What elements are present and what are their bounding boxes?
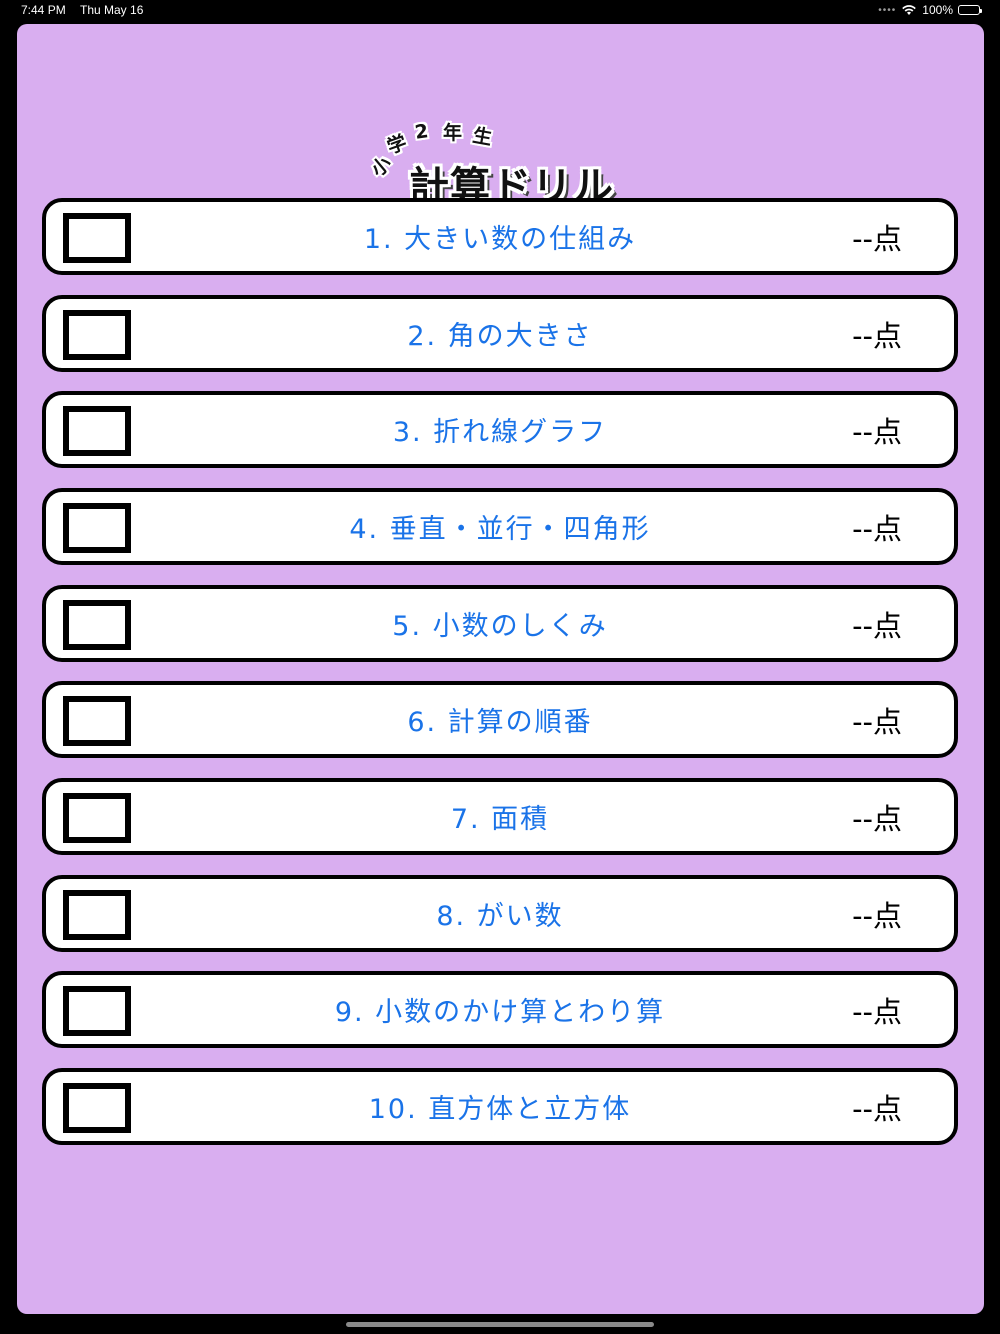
status-bar: 7:44 PM Thu May 16 •••• 100% (0, 0, 1000, 22)
lesson-title: 9. 小数のかけ算とわり算 (334, 997, 666, 1028)
lesson-checkbox (63, 696, 131, 746)
lesson-title: 4. 垂直・並行・四角形 (349, 514, 651, 545)
lesson-title: 5. 小数のしくみ (392, 611, 608, 642)
lesson-row-8[interactable]: 8. がい数 --点 (42, 875, 958, 952)
battery-icon (958, 5, 982, 15)
status-indicators: •••• 100% (878, 3, 982, 17)
lesson-score: --点 (852, 221, 902, 256)
status-time: 7:44 PM (21, 3, 66, 17)
lesson-row-4[interactable]: 4. 垂直・並行・四角形 --点 (42, 488, 958, 565)
logo-grade-char-5: 生 (470, 124, 494, 150)
lesson-checkbox (63, 890, 131, 940)
lesson-title: 2. 角の大きさ (407, 321, 593, 352)
lesson-row-7[interactable]: 7. 面積 --点 (42, 778, 958, 855)
lesson-title: 7. 面積 (450, 804, 550, 835)
lesson-checkbox (63, 213, 131, 263)
lesson-score: --点 (852, 414, 902, 449)
lesson-title: 8. がい数 (436, 901, 564, 932)
lesson-score: --点 (852, 511, 902, 546)
lesson-title: 3. 折れ線グラフ (392, 417, 608, 448)
lesson-checkbox (63, 600, 131, 650)
multitasking-dots-icon: •••• (878, 4, 897, 16)
lesson-checkbox (63, 1083, 131, 1133)
lesson-checkbox (63, 503, 131, 553)
lesson-checkbox (63, 793, 131, 843)
lesson-score: --点 (852, 318, 902, 353)
logo-grade-char-2: 学 (384, 131, 410, 159)
home-indicator[interactable] (346, 1322, 654, 1327)
lesson-checkbox (63, 986, 131, 1036)
lesson-checkbox (63, 406, 131, 456)
lesson-title: 1. 大きい数の仕組み (363, 224, 637, 255)
app-logo: 小 学 2 年 生 計算ドリル (367, 102, 677, 212)
lesson-row-3[interactable]: 3. 折れ線グラフ --点 (42, 391, 958, 468)
lesson-title: 6. 計算の順番 (407, 707, 593, 738)
lesson-title: 10. 直方体と立方体 (368, 1094, 632, 1125)
lesson-row-1[interactable]: 1. 大きい数の仕組み --点 (42, 198, 958, 275)
logo-grade-char-3: 2 (413, 120, 430, 144)
lesson-score: --点 (852, 704, 902, 739)
lesson-row-6[interactable]: 6. 計算の順番 --点 (42, 681, 958, 758)
lesson-row-9[interactable]: 9. 小数のかけ算とわり算 --点 (42, 971, 958, 1048)
battery-percent: 100% (922, 3, 953, 17)
lesson-row-10[interactable]: 10. 直方体と立方体 --点 (42, 1068, 958, 1145)
lesson-score: --点 (852, 1091, 902, 1126)
status-date: Thu May 16 (80, 3, 144, 17)
wifi-icon (902, 5, 917, 15)
lesson-score: --点 (852, 801, 902, 836)
lesson-score: --点 (852, 994, 902, 1029)
logo-grade-char-4: 年 (443, 122, 463, 144)
lesson-score: --点 (852, 608, 902, 643)
lesson-checkbox (63, 310, 131, 360)
lesson-score: --点 (852, 898, 902, 933)
lesson-row-5[interactable]: 5. 小数のしくみ --点 (42, 585, 958, 662)
lesson-row-2[interactable]: 2. 角の大きさ --点 (42, 295, 958, 372)
